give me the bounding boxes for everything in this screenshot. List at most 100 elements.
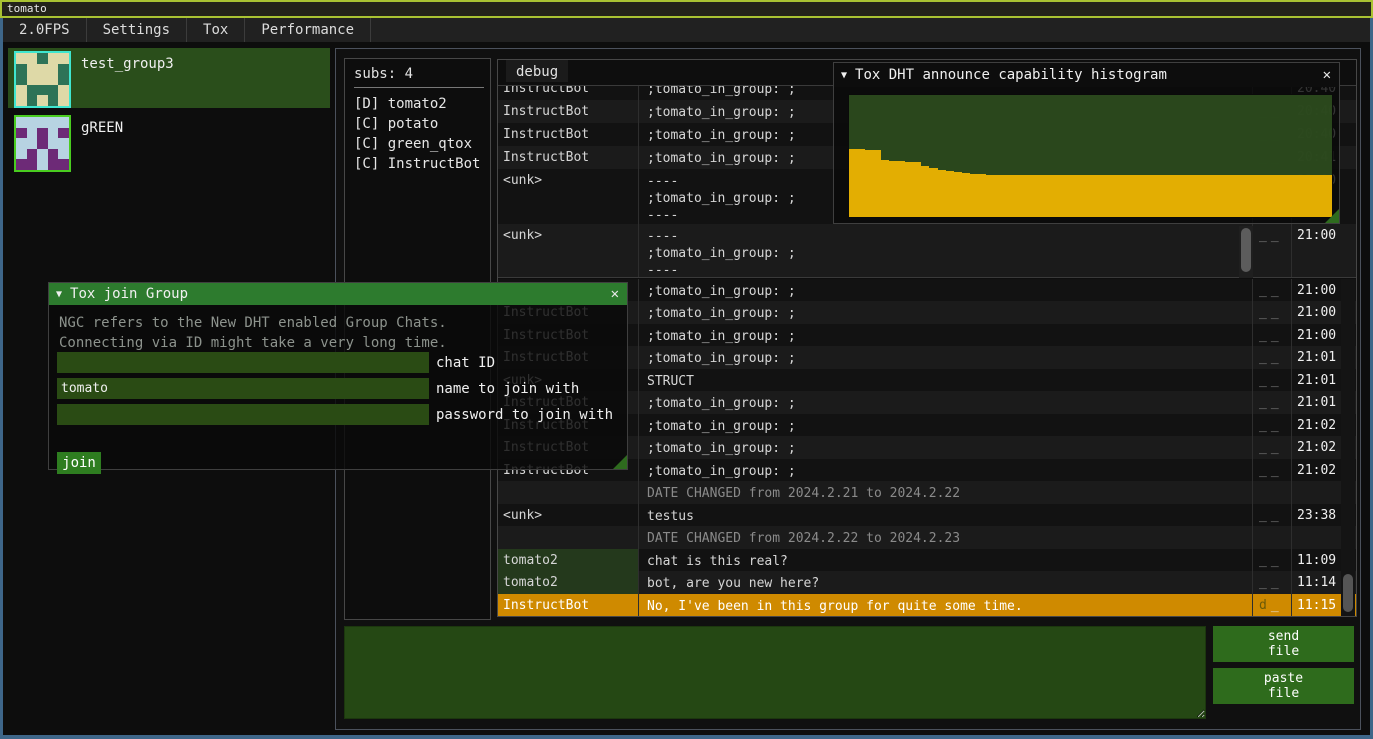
timestamp: 21:01 — [1292, 369, 1340, 391]
histogram-bar — [1058, 175, 1066, 217]
histogram-bar — [1107, 175, 1115, 217]
delivery-flags: __ — [1253, 571, 1292, 593]
avatar-pixel — [37, 85, 48, 96]
sender-name: <unk> — [498, 224, 639, 278]
collapse-triangle-icon[interactable]: ▼ — [56, 289, 62, 300]
avatar-pixel — [48, 159, 59, 170]
avatar-pixel — [48, 149, 59, 160]
debug-log-scrollbar[interactable] — [1239, 226, 1253, 278]
group-list-item[interactable]: gREEN — [8, 112, 330, 172]
histogram-bar — [962, 173, 970, 217]
menu-tox[interactable]: Tox — [187, 18, 245, 42]
dht-histogram-titlebar[interactable]: ▼ Tox DHT announce capability histogram … — [834, 63, 1339, 87]
os-window-titlebar[interactable]: tomato — [0, 0, 1373, 18]
message-text: ;tomato_in_group: ; — [639, 436, 1253, 458]
sender-name: <unk> — [498, 504, 639, 526]
histogram-bar — [1219, 175, 1227, 217]
avatar-pixel — [58, 64, 69, 75]
avatar-pixel — [16, 64, 27, 75]
histogram-bar — [1275, 175, 1283, 217]
message-log-scrollbar-thumb[interactable] — [1343, 574, 1353, 612]
histogram-bar — [1235, 175, 1243, 217]
chat-row: <unk>testus__23:38 — [498, 504, 1356, 526]
menu-settings[interactable]: Settings — [87, 18, 187, 42]
histogram-bar — [1098, 175, 1106, 217]
avatar-pixel — [27, 128, 38, 139]
chat-row: tomato2chat is this real?__11:09 — [498, 549, 1356, 571]
histogram-bar — [865, 150, 873, 217]
histogram-bar — [1227, 175, 1235, 217]
close-icon[interactable]: ✕ — [1323, 67, 1331, 83]
avatar-pixel — [58, 128, 69, 139]
message-input[interactable] — [344, 626, 1206, 719]
collapse-triangle-icon[interactable]: ▼ — [841, 70, 847, 81]
histogram-bar — [849, 149, 857, 217]
histogram-bar — [970, 174, 978, 217]
row-gutter — [1340, 100, 1356, 123]
join-desc-line2: Connecting via ID might take a very long… — [59, 333, 627, 353]
message-line: ---- — [647, 262, 1252, 278]
join-field-input-chat-ID[interactable] — [57, 352, 429, 373]
timestamp: 21:02 — [1292, 414, 1340, 436]
avatar-pixel — [27, 95, 38, 106]
debug-log-scrollbar-thumb[interactable] — [1241, 228, 1251, 272]
join-button[interactable]: join — [57, 452, 101, 474]
message-text: DATE CHANGED from 2024.2.22 to 2024.2.23 — [639, 526, 1253, 548]
dht-histogram-body — [834, 87, 1339, 223]
button-label-line: paste — [1264, 671, 1303, 686]
histogram-bar — [905, 162, 913, 218]
join-field-label: chat ID — [436, 355, 495, 371]
avatar-pixel — [48, 74, 59, 85]
join-field-input-password-to-join-with[interactable] — [57, 404, 429, 425]
message-text: ----;tomato_in_group: ;---- — [639, 224, 1253, 278]
avatar-pixel — [37, 128, 48, 139]
timestamp: 21:00 — [1292, 301, 1340, 323]
message-line: ;tomato_in_group: ; — [647, 245, 1252, 262]
join-field-row: name to join with — [57, 378, 579, 399]
avatar-pixel — [27, 85, 38, 96]
histogram-bar — [946, 171, 954, 217]
histogram-bar — [1131, 175, 1139, 217]
chat-row: tomato2bot, are you new here?__11:14 — [498, 571, 1356, 593]
close-icon[interactable]: ✕ — [611, 286, 619, 302]
sender-name: InstructBot — [498, 594, 639, 616]
message-log-scrollbar[interactable] — [1341, 279, 1355, 616]
resize-grip-icon[interactable] — [613, 455, 627, 469]
join-group-titlebar[interactable]: ▼ Tox join Group ✕ — [49, 283, 627, 305]
row-gutter — [1340, 146, 1356, 169]
histogram-bar — [1316, 175, 1324, 217]
sender-name: tomato2 — [498, 571, 639, 593]
member-item: [C] InstructBot — [354, 154, 490, 174]
group-list-item[interactable]: test_group3 — [8, 48, 330, 108]
message-text: ;tomato_in_group: ; — [639, 301, 1253, 323]
histogram-bar — [1179, 175, 1187, 217]
histogram-bar — [921, 166, 929, 217]
timestamp: 21:00 — [1292, 224, 1340, 278]
histogram-bar — [1284, 175, 1292, 217]
avatar-pixel — [48, 64, 59, 75]
histogram-bar — [913, 162, 921, 217]
sender-name: <unk> — [498, 169, 639, 224]
histogram-bar — [994, 175, 1002, 217]
avatar-pixel — [16, 138, 27, 149]
join-field-input-name-to-join-with[interactable] — [57, 378, 429, 399]
avatar-pixel — [58, 95, 69, 106]
menu-performance[interactable]: Performance — [245, 18, 371, 42]
row-gutter — [1340, 224, 1356, 278]
delivery-flags: __ — [1253, 224, 1292, 278]
join-field-label: password to join with — [436, 407, 613, 423]
tab-debug[interactable]: debug — [506, 60, 568, 82]
dht-histogram-plot — [848, 94, 1333, 218]
subs-separator — [354, 87, 484, 88]
histogram-bar — [1018, 175, 1026, 217]
sender-name: InstructBot — [498, 146, 639, 169]
histogram-bar — [1010, 175, 1018, 217]
menu-bar: 2.0FPS Settings Tox Performance — [3, 18, 1370, 42]
histogram-bar — [1066, 175, 1074, 217]
send-file-button[interactable]: sendfile — [1213, 626, 1354, 662]
resize-grip-icon[interactable] — [1325, 209, 1339, 223]
sender-name — [498, 526, 639, 548]
paste-file-button[interactable]: pastefile — [1213, 668, 1354, 704]
delivery-flags: __ — [1253, 324, 1292, 346]
delivery-flags: __ — [1253, 301, 1292, 323]
